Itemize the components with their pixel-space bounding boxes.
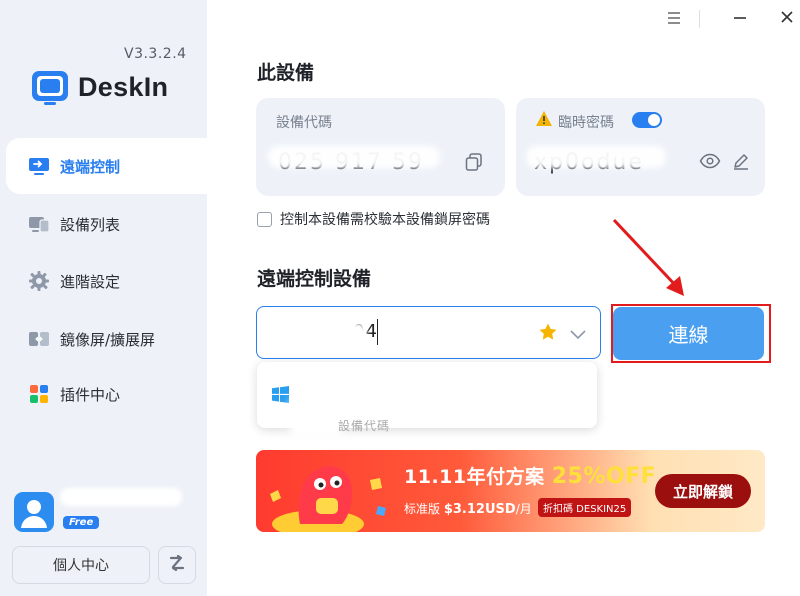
redaction-blur: [290, 400, 342, 438]
close-icon: [779, 9, 795, 29]
red-arrow-annotation: [612, 218, 684, 296]
temp-password-toggle[interactable]: [632, 112, 662, 128]
remote-control-title: 遠端控制設備: [257, 268, 372, 290]
redaction-blur: [273, 323, 367, 343]
sidebar-item-label: 遠端控制: [60, 157, 121, 176]
deskin-logo-icon: [30, 68, 70, 106]
plan-badge: Free: [63, 516, 100, 529]
plugins-icon: [28, 383, 50, 405]
close-button[interactable]: [773, 8, 800, 30]
promo-subtitle: 标准版 $3.12USD/月: [404, 500, 532, 517]
lock-screen-checkbox[interactable]: [257, 211, 272, 227]
promo-price: $3.12USD: [443, 502, 516, 517]
unlock-now-button[interactable]: 立即解鎖: [655, 474, 751, 508]
redacted-username: [60, 488, 182, 506]
user-info: [14, 492, 54, 532]
promo-edition: 标准版: [404, 502, 441, 516]
dropdown-hint: 設備代碼: [338, 419, 391, 433]
warning-icon: [535, 110, 553, 131]
switch-account-icon: [168, 554, 186, 575]
promo-title: 11.11年付方案 25%OFF: [404, 462, 656, 489]
text-caret: [377, 319, 378, 345]
remote-device-code-input[interactable]: 04: [256, 306, 601, 359]
copy-icon[interactable]: [465, 153, 483, 175]
edit-pencil-icon[interactable]: [732, 152, 750, 174]
lock-screen-checkbox-label: 控制本設備需校驗本設備鎖屏密碼: [280, 212, 490, 228]
promo-code: 折扣碼 DESKIN25: [538, 498, 632, 517]
sidebar-item-remote-control[interactable]: 遠端控制: [6, 138, 207, 194]
logo-text: DeskIn: [78, 71, 169, 102]
sidebar-item-label: 鏡像屏/擴展屏: [60, 330, 156, 349]
device-code-label: 設備代碼: [276, 115, 332, 131]
windows-icon: [272, 386, 289, 407]
app-logo: DeskIn: [30, 68, 168, 106]
switch-account-button[interactable]: [158, 546, 196, 584]
promo-discount: 25%OFF: [551, 464, 657, 489]
app-version: V3.3.2.4: [124, 46, 187, 62]
sidebar-item-advanced-settings[interactable]: 進階設定: [6, 253, 207, 309]
device-code-card: 設備代碼 025 917 59: [256, 98, 505, 196]
gear-icon: [28, 270, 50, 292]
profile-center-button[interactable]: 個人中心: [12, 546, 150, 584]
minimize-icon: [732, 10, 748, 29]
promo-banner[interactable]: 11.11年付方案 25%OFF 标准版 $3.12USD/月 折扣碼 DESK…: [256, 450, 765, 532]
titlebar-divider: [699, 10, 700, 28]
minimize-button[interactable]: [726, 8, 754, 30]
sidebar-item-label: 插件中心: [60, 385, 121, 404]
devices-icon: [28, 213, 50, 235]
avatar[interactable]: [14, 492, 54, 532]
redaction-blur: [526, 146, 666, 168]
remote-screen-icon: [28, 155, 50, 177]
sidebar-item-mirror-extend[interactable]: 鏡像屏/擴展屏: [6, 311, 207, 367]
mirror-screen-icon: [28, 328, 50, 350]
redaction-blur: [268, 146, 440, 168]
sidebar-item-device-list[interactable]: 設備列表: [6, 196, 207, 252]
show-password-eye-icon[interactable]: [699, 153, 721, 173]
chevron-down-icon[interactable]: [569, 326, 587, 345]
sidebar-item-label: 設備列表: [60, 215, 121, 234]
sidebar-item-plugin-center[interactable]: 插件中心: [6, 366, 207, 422]
promo-per-month: /月: [515, 502, 532, 516]
this-device-title: 此設備: [257, 62, 315, 84]
lock-screen-password-option[interactable]: 控制本設備需校驗本設備鎖屏密碼: [257, 209, 490, 229]
promo-title-text: 11.11年付方案: [404, 466, 545, 488]
sidebar-item-label: 進階設定: [60, 272, 121, 291]
menu-button[interactable]: [660, 8, 688, 30]
connect-button[interactable]: 連線: [613, 307, 764, 360]
temp-password-label: 臨時密碼: [558, 115, 614, 131]
star-favorite-icon[interactable]: [538, 322, 558, 346]
hamburger-menu-icon: [666, 10, 682, 29]
mascot-illustration: [270, 466, 386, 532]
sidebar: V3.3.2.4 DeskIn 遠端控制 設備列表 進階設定 鏡像屏/擴展屏 插…: [0, 0, 207, 596]
